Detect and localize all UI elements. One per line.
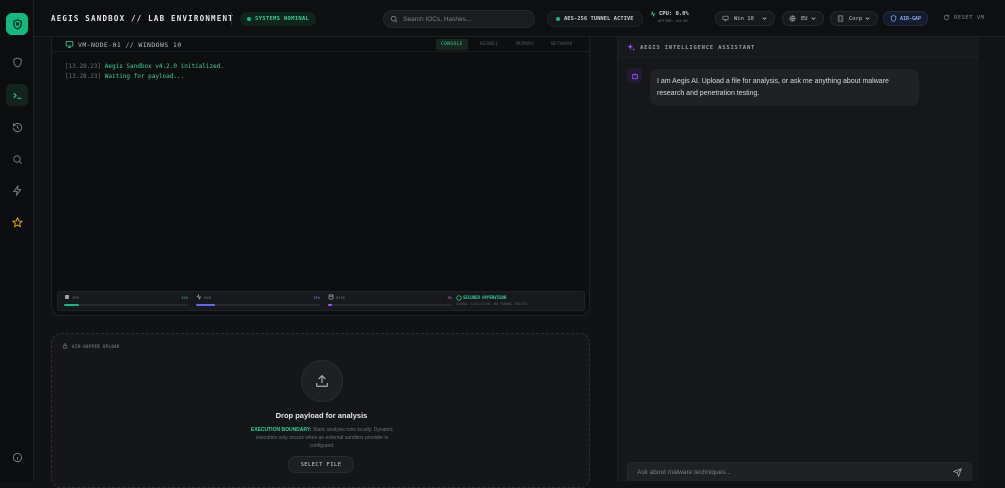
assistant-title: AEGIS INTELLIGENCE ASSISTANT (640, 45, 756, 51)
shield-icon (12, 18, 22, 30)
tab-memory[interactable]: MEMORY (511, 39, 540, 50)
bot-avatar (627, 68, 642, 83)
ram-fill (196, 304, 215, 306)
select-file-button[interactable]: SELECT FILE (288, 456, 354, 473)
search-bar[interactable] (383, 10, 535, 28)
chat-input-bar[interactable] (627, 462, 972, 481)
cpu-metric: CPU 12% (64, 295, 188, 309)
vm-name: VM-NODE-01 // WINDOWS 10 (78, 41, 182, 49)
status-dot-icon (247, 17, 251, 21)
building-icon (837, 15, 844, 22)
ram-metric: RAM 15% (196, 294, 320, 309)
disk-metric: DISK 3% (328, 294, 452, 309)
tab-console[interactable]: CONSOLE (436, 39, 468, 50)
hypervisor-status: SECURED HYPERVISOR GLOBAL ISOLATION: NO … (456, 295, 528, 306)
monitor-icon (722, 15, 729, 22)
disk-fill (328, 304, 332, 306)
sidebar-item-activity[interactable] (6, 179, 28, 201)
sidebar-item-search[interactable] (6, 148, 28, 170)
sidebar-item-shield[interactable] (6, 51, 28, 73)
upload-description: EXECUTION BOUNDARY: Static analysis runs… (250, 427, 394, 449)
region-select[interactable]: EU (782, 11, 824, 26)
cpu-track (64, 304, 188, 306)
sparkles-icon (627, 43, 636, 51)
upload-label: AIR-GAPPED UPLOAD (62, 343, 120, 349)
console-panel: VM-NODE-01 // WINDOWS 10 CONSOLE KERNEL … (51, 37, 590, 316)
activity-icon (650, 11, 656, 17)
disk-track (328, 304, 452, 306)
refresh-icon (943, 14, 950, 21)
assistant-panel: AEGIS INTELLIGENCE ASSISTANT I am Aegis … (617, 37, 980, 481)
tab-kernel[interactable]: KERNEL (475, 39, 504, 50)
bot-icon (631, 72, 638, 79)
chevron-down-icon (762, 17, 767, 20)
star-icon (11, 216, 23, 228)
chevron-down-icon (811, 17, 816, 20)
cpu-fill (64, 304, 79, 306)
chevron-down-icon (865, 17, 870, 20)
upload-icon (316, 374, 328, 387)
reset-vm-button[interactable]: RESET VM (943, 14, 985, 21)
top-bar: AEGIS SANDBOX // LAB ENVIRONMENT SYSTEMS… (34, 0, 1005, 37)
activity-icon (196, 294, 202, 300)
airgap-toggle[interactable]: AIR-GAP (883, 11, 929, 26)
status-badge: SYSTEMS NOMINAL (240, 12, 317, 26)
tab-network[interactable]: NETWORK (546, 39, 578, 50)
info-icon (12, 452, 22, 462)
send-icon (953, 467, 962, 477)
search-icon (390, 15, 398, 23)
sidebar-item-terminal[interactable] (6, 84, 28, 106)
ram-track (196, 304, 320, 306)
shield-icon (12, 56, 22, 68)
profile-select[interactable]: Corp (830, 11, 878, 26)
os-select[interactable]: Win 10 (715, 11, 775, 26)
search-input[interactable] (403, 15, 523, 23)
send-button[interactable] (953, 467, 962, 477)
log-line: [13.28.23] Waiting for payload... (65, 73, 185, 80)
upload-circle (301, 360, 343, 402)
monitor-icon (65, 41, 74, 48)
shield-icon (890, 15, 897, 22)
chat-input[interactable] (637, 468, 947, 476)
sidebar-item-history[interactable] (6, 116, 28, 138)
right-gutter (979, 37, 1005, 481)
logo[interactable] (6, 13, 28, 35)
terminal-icon (12, 92, 21, 99)
page-title: AEGIS SANDBOX // LAB ENVIRONMENT (51, 14, 234, 23)
divider (231, 12, 232, 25)
circle-check-icon (456, 295, 462, 301)
lock-icon (62, 343, 68, 349)
lightning-icon (12, 184, 22, 196)
console-header: VM-NODE-01 // WINDOWS 10 CONSOLE KERNEL … (52, 37, 589, 52)
search-icon (12, 154, 22, 164)
assistant-message: I am Aegis AI. Upload a file for analysi… (650, 69, 919, 106)
sidebar (0, 0, 34, 481)
globe-icon (789, 15, 796, 22)
disk-icon (328, 294, 334, 300)
upload-dropzone[interactable]: AIR-GAPPED UPLOAD Drop payload for analy… (51, 333, 590, 488)
tunnel-dot-icon (556, 17, 560, 21)
cpu-readout: CPU: 0.0% UPTIME: 04:38 (650, 11, 689, 23)
metrics-bar: CPU 12% RAM 15% DISK 3% SECURED HYPERVIS… (57, 291, 585, 311)
log-line: [13.28.23] Aegis Sandbox v4.2.0 initiali… (65, 63, 224, 70)
history-icon (12, 122, 22, 132)
sidebar-item-favorites[interactable] (6, 211, 28, 233)
tunnel-status: AES-256 TUNNEL ACTIVE (547, 11, 643, 27)
assistant-header: AEGIS INTELLIGENCE ASSISTANT (618, 37, 980, 58)
sidebar-item-info[interactable] (6, 446, 28, 468)
upload-title: Drop payload for analysis (275, 411, 368, 420)
cpu-icon (65, 295, 69, 299)
